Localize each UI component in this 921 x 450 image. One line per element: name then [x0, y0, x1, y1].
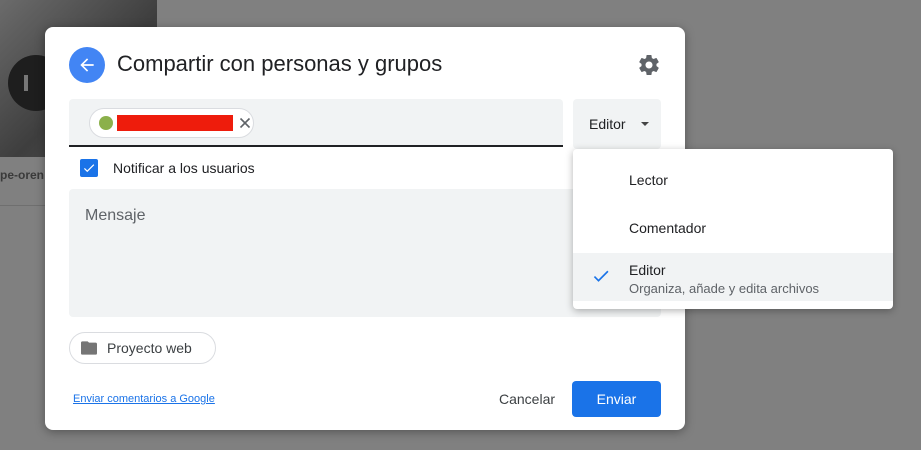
check-icon	[83, 164, 95, 173]
menu-item-label: Editor	[629, 262, 666, 278]
folder-chip[interactable]: Proyecto web	[69, 332, 216, 364]
notify-row: Notificar a los usuarios	[80, 159, 255, 177]
recipient-chip[interactable]	[89, 108, 254, 138]
menu-item-editor[interactable]: Editor Organiza, añade y edita archivos	[573, 253, 893, 301]
background-file-name: pe-oren	[0, 168, 45, 182]
remove-recipient-button[interactable]	[237, 115, 253, 131]
feedback-link[interactable]: Enviar comentarios a Google	[73, 393, 215, 405]
gear-icon	[639, 54, 659, 75]
back-button[interactable]	[69, 47, 105, 83]
role-menu: Lector Comentador Editor Organiza, añade…	[573, 149, 893, 309]
send-button[interactable]: Enviar	[572, 381, 661, 417]
notify-checkbox[interactable]	[80, 159, 98, 177]
dialog-title: Compartir con personas y grupos	[117, 51, 443, 76]
folder-icon	[81, 341, 97, 355]
check-icon	[593, 270, 609, 282]
settings-button[interactable]	[635, 51, 663, 79]
redacted-email	[116, 115, 234, 131]
menu-item-description: Organiza, añade y edita archivos	[629, 281, 820, 296]
arrow-back-icon	[80, 58, 94, 72]
menu-item-lector[interactable]: Lector	[573, 157, 893, 205]
message-placeholder: Mensaje	[85, 207, 146, 224]
folder-name: Proyecto web	[107, 340, 192, 356]
menu-item-label: Comentador	[629, 220, 707, 236]
recipient-input[interactable]	[69, 99, 563, 147]
notify-label: Notificar a los usuarios	[113, 160, 255, 176]
role-dropdown[interactable]: Editor	[573, 99, 661, 149]
menu-item-label: Lector	[629, 172, 668, 188]
avatar	[99, 116, 113, 130]
background-divider	[0, 205, 45, 206]
role-dropdown-label: Editor	[589, 116, 626, 132]
menu-item-comentador[interactable]: Comentador	[573, 205, 893, 253]
close-icon	[239, 117, 251, 129]
cancel-button[interactable]: Cancelar	[482, 381, 572, 417]
caret-down-icon	[641, 122, 649, 126]
